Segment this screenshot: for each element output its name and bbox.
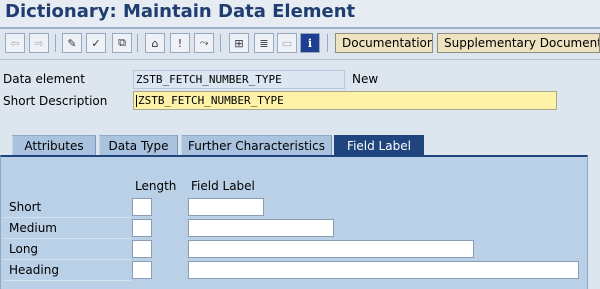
short-length-input[interactable] — [132, 198, 152, 216]
toolbar-separator — [137, 34, 138, 52]
info-icon[interactable]: ! — [170, 33, 190, 53]
row-divider — [4, 217, 131, 218]
edit-glasses-icon[interactable]: ✎ — [62, 33, 82, 53]
short-description-input[interactable]: ZSTB_FETCH_NUMBER_TYPE — [133, 91, 557, 110]
medium-field-label-input[interactable] — [188, 219, 334, 237]
documentation-button[interactable]: Documentation — [335, 33, 433, 53]
row-label-long: Long — [9, 242, 39, 256]
tab-attributes[interactable]: Attributes — [12, 135, 96, 155]
text-cursor — [136, 95, 137, 107]
medium-length-input[interactable] — [132, 219, 152, 237]
activate-icon[interactable]: ⧉ — [112, 33, 132, 53]
row-divider — [4, 238, 131, 239]
page-title: Dictionary: Maintain Data Element — [5, 1, 356, 22]
supplementary-documentation-button[interactable]: Supplementary Documentation — [437, 33, 600, 53]
print-icon[interactable]: ≣ — [254, 33, 274, 53]
field-label-panel: Length Field Label Short Medium Long Hea… — [0, 155, 588, 289]
hierarchy-icon[interactable]: ⊞ — [229, 33, 249, 53]
toolbar-separator — [327, 34, 328, 52]
heading-field-label-input[interactable] — [188, 261, 579, 279]
heading-length-input[interactable] — [132, 261, 152, 279]
long-field-label-input[interactable] — [188, 240, 474, 258]
row-label-heading: Heading — [9, 263, 59, 277]
long-length-input[interactable] — [132, 240, 152, 258]
information-icon[interactable]: i — [300, 33, 320, 53]
row-label-short: Short — [9, 200, 42, 214]
status-text: New — [352, 72, 379, 86]
tab-field-label[interactable]: Field Label — [334, 135, 424, 155]
short-description-label: Short Description — [3, 94, 108, 108]
toolbar-separator — [220, 34, 221, 52]
blank-icon[interactable]: ▭ — [277, 33, 297, 53]
row-divider — [4, 280, 131, 281]
row-divider — [4, 259, 131, 260]
check-icon[interactable]: ✓ — [86, 33, 106, 53]
where-used-icon[interactable]: ⌂ — [145, 33, 165, 53]
navigation-icon[interactable]: ⤳ — [194, 33, 214, 53]
short-description-value: ZSTB_FETCH_NUMBER_TYPE — [138, 94, 284, 107]
forward-arrow-icon[interactable]: ⇨ — [29, 33, 49, 53]
data-element-field: ZSTB_FETCH_NUMBER_TYPE — [133, 70, 345, 89]
length-column-header: Length — [135, 179, 177, 193]
toolbar-separator — [55, 34, 56, 52]
tab-further-characteristics[interactable]: Further Characteristics — [181, 135, 332, 155]
data-element-label: Data element — [3, 72, 85, 86]
short-field-label-input[interactable] — [188, 198, 264, 216]
row-label-medium: Medium — [9, 221, 57, 235]
application-toolbar: ⇦ ⇨ ✎ ✓ ⧉ ⌂ ! ⤳ ⊞ ≣ ▭ i Documentation Su… — [0, 29, 600, 60]
tab-data-type[interactable]: Data Type — [99, 135, 178, 155]
title-bar: Dictionary: Maintain Data Element — [0, 0, 600, 27]
back-arrow-icon[interactable]: ⇦ — [5, 33, 25, 53]
field-label-column-header: Field Label — [191, 179, 255, 193]
